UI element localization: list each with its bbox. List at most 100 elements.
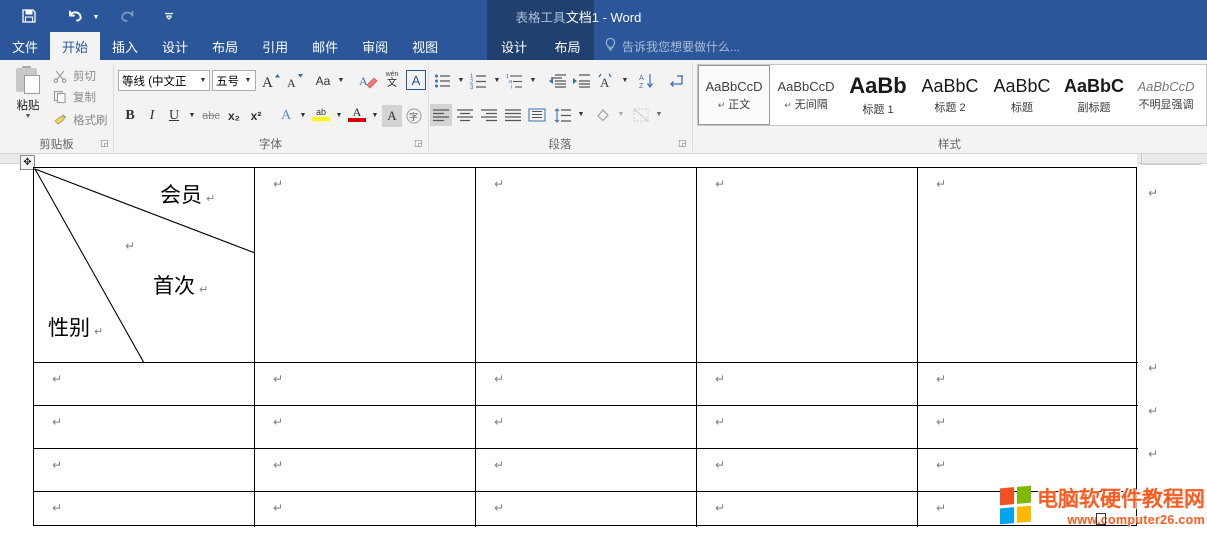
style-item-normal[interactable]: AaBbCcD ↵ 正文 [698,65,770,125]
change-case-caret[interactable]: ▼ [334,70,348,91]
align-center-button[interactable] [454,104,476,126]
borders-caret[interactable]: ▼ [652,104,666,125]
bold-button[interactable]: B [120,105,140,127]
tab-references[interactable]: 引用 [250,32,300,60]
style-item-subtitle[interactable]: AaBbC 副标题 [1058,65,1130,125]
grow-font-button[interactable]: A [260,70,282,92]
table-cell[interactable]: ↵ [697,492,918,527]
shrink-font-button[interactable]: A [284,70,306,92]
tab-layout[interactable]: 布局 [200,32,250,60]
numbering-caret[interactable]: ▼ [490,70,504,91]
table-cell[interactable]: ↵ [34,449,255,492]
italic-button[interactable]: I [142,105,162,127]
clear-formatting-button[interactable]: A [358,70,380,92]
tab-home[interactable]: 开始 [50,32,100,60]
shading-caret[interactable]: ▼ [614,104,628,125]
table-cell[interactable]: ↵ [697,168,918,363]
table-cell[interactable]: ↵ [697,406,918,449]
tab-design[interactable]: 设计 [150,32,200,60]
table-cell[interactable]: ↵ [918,363,1138,406]
table-cell[interactable]: ↵ [476,406,697,449]
table-cell[interactable]: ↵ [34,406,255,449]
sort-button[interactable]: AZ [636,70,658,92]
tab-insert[interactable]: 插入 [100,32,150,60]
save-icon[interactable] [14,2,44,30]
table-cell[interactable]: ↵ [34,492,255,527]
font-color-caret[interactable]: ▼ [368,105,382,126]
style-item-heading1[interactable]: AaBb 标题 1 [842,65,914,125]
bullets-button[interactable] [432,70,454,92]
copy-button[interactable]: 复制 [52,87,96,106]
enclose-character-button[interactable]: 字 [404,105,424,127]
strikethrough-button[interactable]: abc [200,105,222,127]
style-item-title[interactable]: AaBbC 标题 [986,65,1058,125]
tab-file[interactable]: 文件 [0,32,50,60]
character-shading-button[interactable]: A [382,105,402,127]
asian-layout-button[interactable]: A [596,70,618,92]
table-cell[interactable]: ↵ [255,492,476,527]
table-cell[interactable]: ↵ [697,449,918,492]
asian-layout-caret[interactable]: ▼ [618,70,632,91]
font-color-button[interactable]: A [346,103,368,125]
tell-me-box[interactable]: 告诉我您想要做什么... [604,32,740,60]
table-cell[interactable]: ↵ [255,363,476,406]
decrease-indent-button[interactable] [546,70,568,92]
table-cell[interactable]: ↵ [255,406,476,449]
shading-button[interactable] [592,104,614,126]
tab-table-design[interactable]: 设计 [487,32,541,60]
multilevel-list-button[interactable]: 1ai [504,70,526,92]
table-cell[interactable]: ↵ [918,406,1138,449]
character-border-button[interactable]: A [406,70,426,90]
tab-table-layout[interactable]: 布局 [541,32,594,60]
format-painter-button[interactable]: 格式刷 [52,110,108,129]
table-cell[interactable]: ↵ [255,449,476,492]
table-header-cell[interactable]: 会员 ↵ ↵ 首次 ↵ 性别 ↵ [34,168,255,363]
table-cell[interactable]: ↵ [34,363,255,406]
text-effects-caret[interactable]: ▼ [296,105,310,126]
numbering-button[interactable]: 123 [468,70,490,92]
table-cell[interactable]: ↵ [476,492,697,527]
style-item-heading2[interactable]: AaBbC 标题 2 [914,65,986,125]
multilevel-caret[interactable]: ▼ [526,70,540,91]
align-left-button[interactable] [430,104,452,126]
undo-dropdown-caret[interactable]: ▼ [90,2,102,30]
tab-review[interactable]: 审阅 [350,32,400,60]
justify-button[interactable] [502,104,524,126]
table-cell[interactable]: ↵ [476,449,697,492]
increase-indent-button[interactable] [570,70,592,92]
customize-qat-icon[interactable] [154,2,184,30]
line-spacing-caret[interactable]: ▼ [574,104,588,125]
table-cell[interactable]: ↵ [255,168,476,363]
align-right-button[interactable] [478,104,500,126]
font-name-caret[interactable]: ▼ [196,70,210,91]
underline-caret[interactable]: ▼ [185,105,199,126]
undo-icon[interactable] [60,2,90,30]
table-cell[interactable]: ↵ [476,168,697,363]
table-cell[interactable]: ↵ [476,363,697,406]
style-item-subtle-emphasis[interactable]: AaBbCcD 不明显强调 [1130,65,1202,125]
font-size-caret[interactable]: ▼ [241,70,255,91]
style-item-no-spacing[interactable]: AaBbCcD ↵ 无间隔 [770,65,842,125]
bullets-caret[interactable]: ▼ [454,70,468,91]
text-highlight-caret[interactable]: ▼ [332,105,346,126]
cut-button[interactable]: 剪切 [52,66,96,85]
table-cell[interactable]: ↵ [697,363,918,406]
show-formatting-marks-button[interactable] [666,70,688,92]
word-table[interactable]: 会员 ↵ ↵ 首次 ↵ 性别 ↵ ↵ ↵ ↵ ↵ ↵ ↵ ↵ ↵ ↵ ↵ ↵ ↵… [33,167,1137,526]
borders-button[interactable] [630,104,652,126]
underline-button[interactable]: U [164,105,184,127]
paste-dropdown-caret[interactable]: ▼ [25,113,32,121]
tab-view[interactable]: 视图 [400,32,450,60]
text-highlight-button[interactable]: ab [310,103,332,125]
change-case-button[interactable]: Aa [312,70,334,92]
distribute-button[interactable] [526,104,548,126]
table-cell[interactable]: ↵ [918,168,1138,363]
tab-mailings[interactable]: 邮件 [300,32,350,60]
font-dialog-launcher[interactable]: ◲ [414,139,424,149]
paste-button[interactable]: 粘贴 ▼ [6,64,50,126]
clipboard-dialog-launcher[interactable]: ◲ [100,139,110,149]
subscript-button[interactable]: x₂ [224,105,244,127]
superscript-button[interactable]: x² [246,105,266,127]
text-effects-button[interactable]: A [276,105,296,127]
phonetic-guide-button[interactable]: wén文 [380,68,404,90]
